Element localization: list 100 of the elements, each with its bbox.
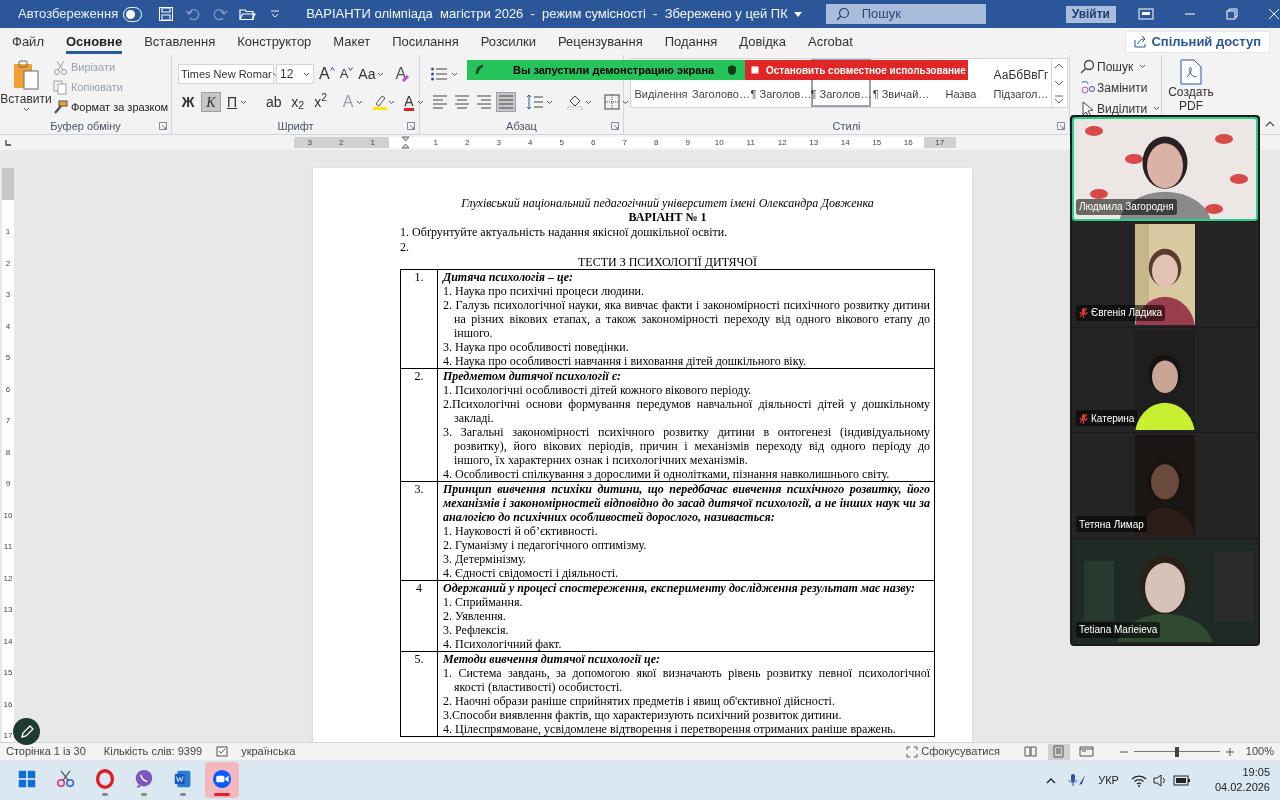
dialog-launcher-icon[interactable]: [407, 122, 415, 130]
bullets-button[interactable]: [430, 66, 458, 82]
ruler-number: 11: [3, 541, 13, 553]
ribbon-tab[interactable]: Acrobat: [808, 29, 853, 54]
restore-icon[interactable]: [1226, 8, 1238, 20]
search-icon: [835, 7, 850, 21]
superscript-button[interactable]: x$^{2}$: [310, 92, 331, 112]
dialog-launcher-icon[interactable]: [611, 122, 619, 130]
clock-time[interactable]: 19:05: [1242, 765, 1270, 780]
ribbon-tab[interactable]: Вставлення: [144, 29, 216, 54]
horizontal-ruler[interactable]: 3 2 1 1 2 3 4 5 6 7 8 9 10 11 12 13 14 15 16 17: [294, 137, 956, 148]
zoom-in-icon[interactable]: [1225, 747, 1234, 756]
italic-button[interactable]: К: [201, 92, 221, 112]
participant-name: Людмила Загородня: [1079, 200, 1174, 215]
wifi-icon[interactable]: [1130, 773, 1147, 787]
search-icon: [1080, 59, 1095, 74]
sign-in-button[interactable]: Увійти: [1065, 5, 1116, 23]
ruler-number: 17: [924, 137, 956, 148]
tab-selector-icon[interactable]: [4, 139, 12, 147]
borders-icon: [604, 94, 620, 110]
dialog-launcher-icon[interactable]: [1057, 122, 1065, 130]
editing-button[interactable]: Пошук: [1080, 57, 1161, 76]
caret-icon[interactable]: [793, 11, 802, 17]
share-icon: [1134, 35, 1148, 48]
underline-button[interactable]: П: [224, 92, 251, 112]
save-icon[interactable]: [158, 5, 176, 23]
battery-icon[interactable]: [1172, 774, 1191, 786]
ribbon-tab[interactable]: Конструктор: [237, 29, 312, 54]
shading-button[interactable]: [567, 94, 592, 110]
copy-icon: [53, 79, 68, 95]
paste-button[interactable]: Вставити: [3, 55, 49, 118]
editing-button[interactable]: Замінити: [1080, 78, 1161, 97]
clock-date[interactable]: 04.02.2026: [1214, 780, 1270, 795]
line-spacing-button[interactable]: [526, 94, 553, 110]
proofing-icon[interactable]: [216, 745, 230, 758]
close-icon[interactable]: [1268, 8, 1280, 20]
dialog-launcher-icon[interactable]: [159, 122, 167, 130]
zoom-slider[interactable]: [1133, 746, 1220, 757]
change-case-button[interactable]: Aa: [358, 64, 385, 84]
taskbar-app[interactable]: [205, 762, 239, 798]
share-button[interactable]: Спільний доступ: [1125, 30, 1270, 53]
font-name-field[interactable]: Times New Romar: [178, 64, 274, 84]
group-label: Абзац: [506, 118, 537, 134]
indent-marker-icon[interactable]: [401, 136, 410, 149]
ruler-number: 15: [3, 667, 13, 679]
read-view-icon: [1023, 745, 1039, 758]
participant-name: Тетяна Лимар: [1079, 517, 1144, 532]
microphone-icon[interactable]: [1068, 773, 1087, 787]
ruler-number: 6: [5, 383, 11, 396]
web-view-icon: [1079, 745, 1095, 758]
print-view-button[interactable]: [1047, 743, 1070, 760]
language-label: українська: [241, 744, 296, 760]
strikethrough-button[interactable]: ab: [263, 92, 285, 112]
ribbon-tab[interactable]: Посилання: [392, 29, 459, 54]
style-item[interactable]: АаБбВвГг Підзагол…: [991, 59, 1051, 107]
search-field[interactable]: Пошук: [825, 4, 986, 24]
participant-name: Катерина: [1091, 411, 1135, 426]
speaker-icon[interactable]: [1152, 773, 1167, 787]
vertical-ruler[interactable]: 1 2 3 4 5 6 7 8 9 10 11 12 13 14 15 16 17: [2, 168, 14, 742]
answer-option: 2. Уявлення.: [443, 609, 930, 623]
input-language[interactable]: УКР: [1098, 771, 1119, 789]
font-color-button[interactable]: A: [401, 92, 427, 112]
create-pdf-button[interactable]: Создать PDF: [1162, 55, 1220, 113]
answer-option: 4. Психологічний факт.: [443, 637, 930, 651]
group-label: Буфер обміну: [50, 118, 121, 134]
answer-option: 1. Система завдань, за допомогою якої визначають рівень розвитку певної психологічної якості (властивості) особистості.: [443, 666, 930, 694]
sharing-banner: Вы запустили демонстрацию экрана: [467, 60, 745, 80]
ribbon-tab[interactable]: Подання: [664, 29, 718, 54]
highlighter-icon: [372, 94, 389, 110]
customize-icon[interactable]: [270, 10, 281, 18]
answer-option: 3.Способи виявлення фактів, що характеризують психічний розвиток дитини.: [443, 708, 930, 722]
pencil-icon: [19, 724, 34, 739]
ruler-number: 13: [3, 604, 13, 616]
focus-button[interactable]: Сфокусуватися: [906, 743, 1000, 760]
subscript-button[interactable]: x$_{2}$: [287, 92, 308, 112]
shrink-font-button[interactable]: A: [339, 64, 354, 84]
answer-option: 3. Загальні закономірності психічного розвитку дитини в онтогенезі (індивідуальному розвитку), його вікових періодів, причин і механізмів переходу від одного періоду до іншого, їх характерних ознак і психологічних механізмів.: [443, 425, 930, 467]
clipboard-button[interactable]: Формат за зразком: [53, 98, 169, 116]
ribbon-tab[interactable]: Макет: [333, 29, 371, 54]
ribbon-tab[interactable]: Довідка: [739, 29, 787, 54]
stop-sharing-button[interactable]: Остановить совместное использование: [745, 60, 968, 80]
ribbon-tab[interactable]: Рецензування: [558, 29, 643, 54]
caret-icon: [271, 71, 279, 77]
ribbon-tab[interactable]: Файл: [12, 29, 44, 54]
question-text: Одержаний у процесі спостереження, експерименту дослідження результат має назву:: [443, 581, 916, 595]
paint-bucket-icon: [567, 94, 583, 110]
chevron-up-icon[interactable]: [1046, 776, 1057, 784]
borders-button[interactable]: [604, 94, 629, 110]
question-text: Методи вивчення дитячої психології це:: [443, 652, 662, 666]
collapse-ribbon-icon[interactable]: [1265, 120, 1275, 127]
font-size-field[interactable]: 12: [276, 64, 314, 84]
question-number: 1.: [414, 270, 424, 284]
ribbon-tab[interactable]: Розсилки: [480, 29, 536, 54]
caret-icon: [22, 107, 30, 112]
question-number: 3.: [414, 482, 424, 496]
ribbon-tab[interactable]: Основне: [65, 29, 123, 54]
bold-button[interactable]: Ж: [178, 92, 198, 112]
ribbon-display-icon[interactable]: [1138, 8, 1154, 20]
editing-button[interactable]: Виділити: [1080, 99, 1161, 118]
grow-font-button[interactable]: A: [319, 64, 335, 84]
